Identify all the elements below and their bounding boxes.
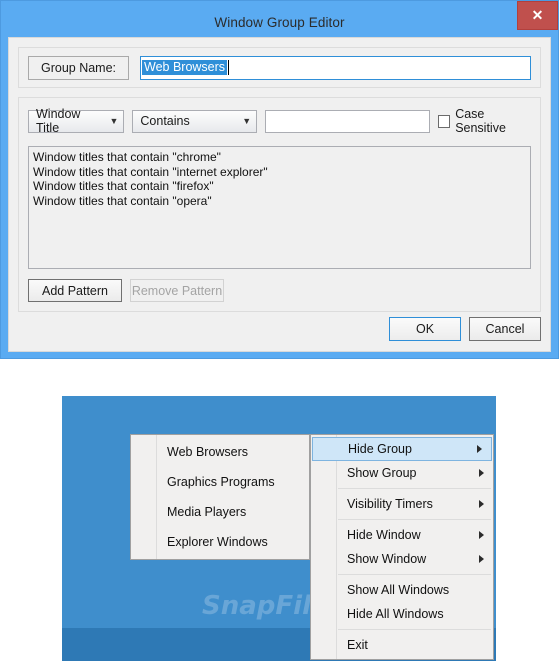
patterns-listbox[interactable]: Window titles that contain "chrome" Wind… <box>28 146 531 269</box>
chevron-right-icon <box>479 469 484 477</box>
group-name-value: Web Browsers <box>142 59 228 76</box>
menu-item-show-window[interactable]: Show Window <box>311 547 493 571</box>
text-caret <box>228 60 230 75</box>
menu-item-label: Exit <box>347 638 368 652</box>
patterns-panel: Window Title ▼ Contains ▼ Case Sensitive… <box>18 97 541 312</box>
menu-item-visibility-timers[interactable]: Visibility Timers <box>311 492 493 516</box>
menu-item-label: Show Window <box>347 552 427 566</box>
menu-item-label: Show Group <box>347 466 417 480</box>
case-sensitive-checkbox[interactable]: Case Sensitive <box>438 107 531 135</box>
menu-separator <box>338 519 491 520</box>
list-item[interactable]: Window titles that contain "firefox" <box>33 179 526 194</box>
tray-context-menu: Hide Group Show Group Visibility Timers … <box>310 434 494 660</box>
chevron-down-icon: ▼ <box>242 116 252 126</box>
dialog-body: SnapFiles Group Name: Web Browsers Windo… <box>8 37 551 352</box>
menu-separator <box>338 574 491 575</box>
group-submenu: Web Browsers Graphics Programs Media Pla… <box>130 434 310 560</box>
case-sensitive-label: Case Sensitive <box>455 107 506 135</box>
menu-separator <box>338 629 491 630</box>
chevron-right-icon <box>479 531 484 539</box>
menu-item-graphics-programs[interactable]: Graphics Programs <box>131 467 309 497</box>
menu-item-exit[interactable]: Exit <box>311 633 493 657</box>
menu-item-label: Hide All Windows <box>347 607 444 621</box>
menu-item-media-players[interactable]: Media Players <box>131 497 309 527</box>
menu-item-show-group[interactable]: Show Group <box>311 461 493 485</box>
pattern-buttons: Add Pattern Remove Pattern <box>28 279 531 302</box>
menu-item-label: Web Browsers <box>167 445 249 459</box>
menu-item-hide-group[interactable]: Hide Group <box>312 437 492 461</box>
chevron-down-icon: ▼ <box>109 116 119 126</box>
checkbox-box-icon <box>438 114 451 128</box>
screenshot-root: Window Group Editor ✕ SnapFiles Group Na… <box>0 0 559 661</box>
field-select[interactable]: Window Title ▼ <box>28 107 125 135</box>
menu-item-label: Explorer Windows <box>167 535 268 549</box>
chevron-right-icon <box>479 500 484 508</box>
menu-separator <box>338 488 491 489</box>
dialog-title-bar: Window Group Editor ✕ <box>8 1 558 37</box>
chevron-right-icon <box>477 445 482 453</box>
window-group-editor-dialog: Window Group Editor ✕ SnapFiles Group Na… <box>0 0 559 359</box>
menu-item-label: Hide Window <box>347 528 421 542</box>
menu-item-show-all-windows[interactable]: Show All Windows <box>311 578 493 602</box>
list-item[interactable]: Window titles that contain "chrome" <box>33 150 526 165</box>
menu-item-label: Media Players <box>167 505 247 519</box>
desktop-screenshot: SnapFiles 4/22/2015 Web Browsers Graphic… <box>62 396 496 661</box>
chevron-right-icon <box>479 555 484 563</box>
menu-item-web-browsers[interactable]: Web Browsers <box>131 437 309 467</box>
remove-pattern-button: Remove Pattern <box>130 279 224 302</box>
field-select-value: Window Title <box>36 107 81 135</box>
cancel-button[interactable]: Cancel <box>469 317 541 341</box>
menu-item-label: Graphics Programs <box>167 475 275 489</box>
group-name-label: Group Name: <box>28 55 129 80</box>
menu-item-label: Hide Group <box>348 442 412 456</box>
close-icon[interactable]: ✕ <box>517 1 558 30</box>
add-pattern-button[interactable]: Add Pattern <box>28 279 122 302</box>
list-item[interactable]: Window titles that contain "internet exp… <box>33 165 526 180</box>
group-name-panel: Group Name: Web Browsers <box>18 47 541 88</box>
menu-item-label: Visibility Timers <box>347 497 433 511</box>
menu-item-hide-window[interactable]: Hide Window <box>311 523 493 547</box>
ok-button[interactable]: OK <box>389 317 461 341</box>
pattern-value-input[interactable] <box>265 109 431 133</box>
group-name-input[interactable]: Web Browsers <box>140 55 531 80</box>
dialog-footer-buttons: OK Cancel <box>389 317 541 341</box>
operator-select[interactable]: Contains ▼ <box>132 109 258 133</box>
dialog-title: Window Group Editor <box>214 15 345 30</box>
list-item[interactable]: Window titles that contain "opera" <box>33 194 526 209</box>
menu-item-hide-all-windows[interactable]: Hide All Windows <box>311 602 493 626</box>
menu-item-explorer-windows[interactable]: Explorer Windows <box>131 527 309 557</box>
menu-item-label: Show All Windows <box>347 583 450 597</box>
pattern-filter-row: Window Title ▼ Contains ▼ Case Sensitive <box>28 107 531 135</box>
operator-select-value: Contains <box>140 114 190 128</box>
